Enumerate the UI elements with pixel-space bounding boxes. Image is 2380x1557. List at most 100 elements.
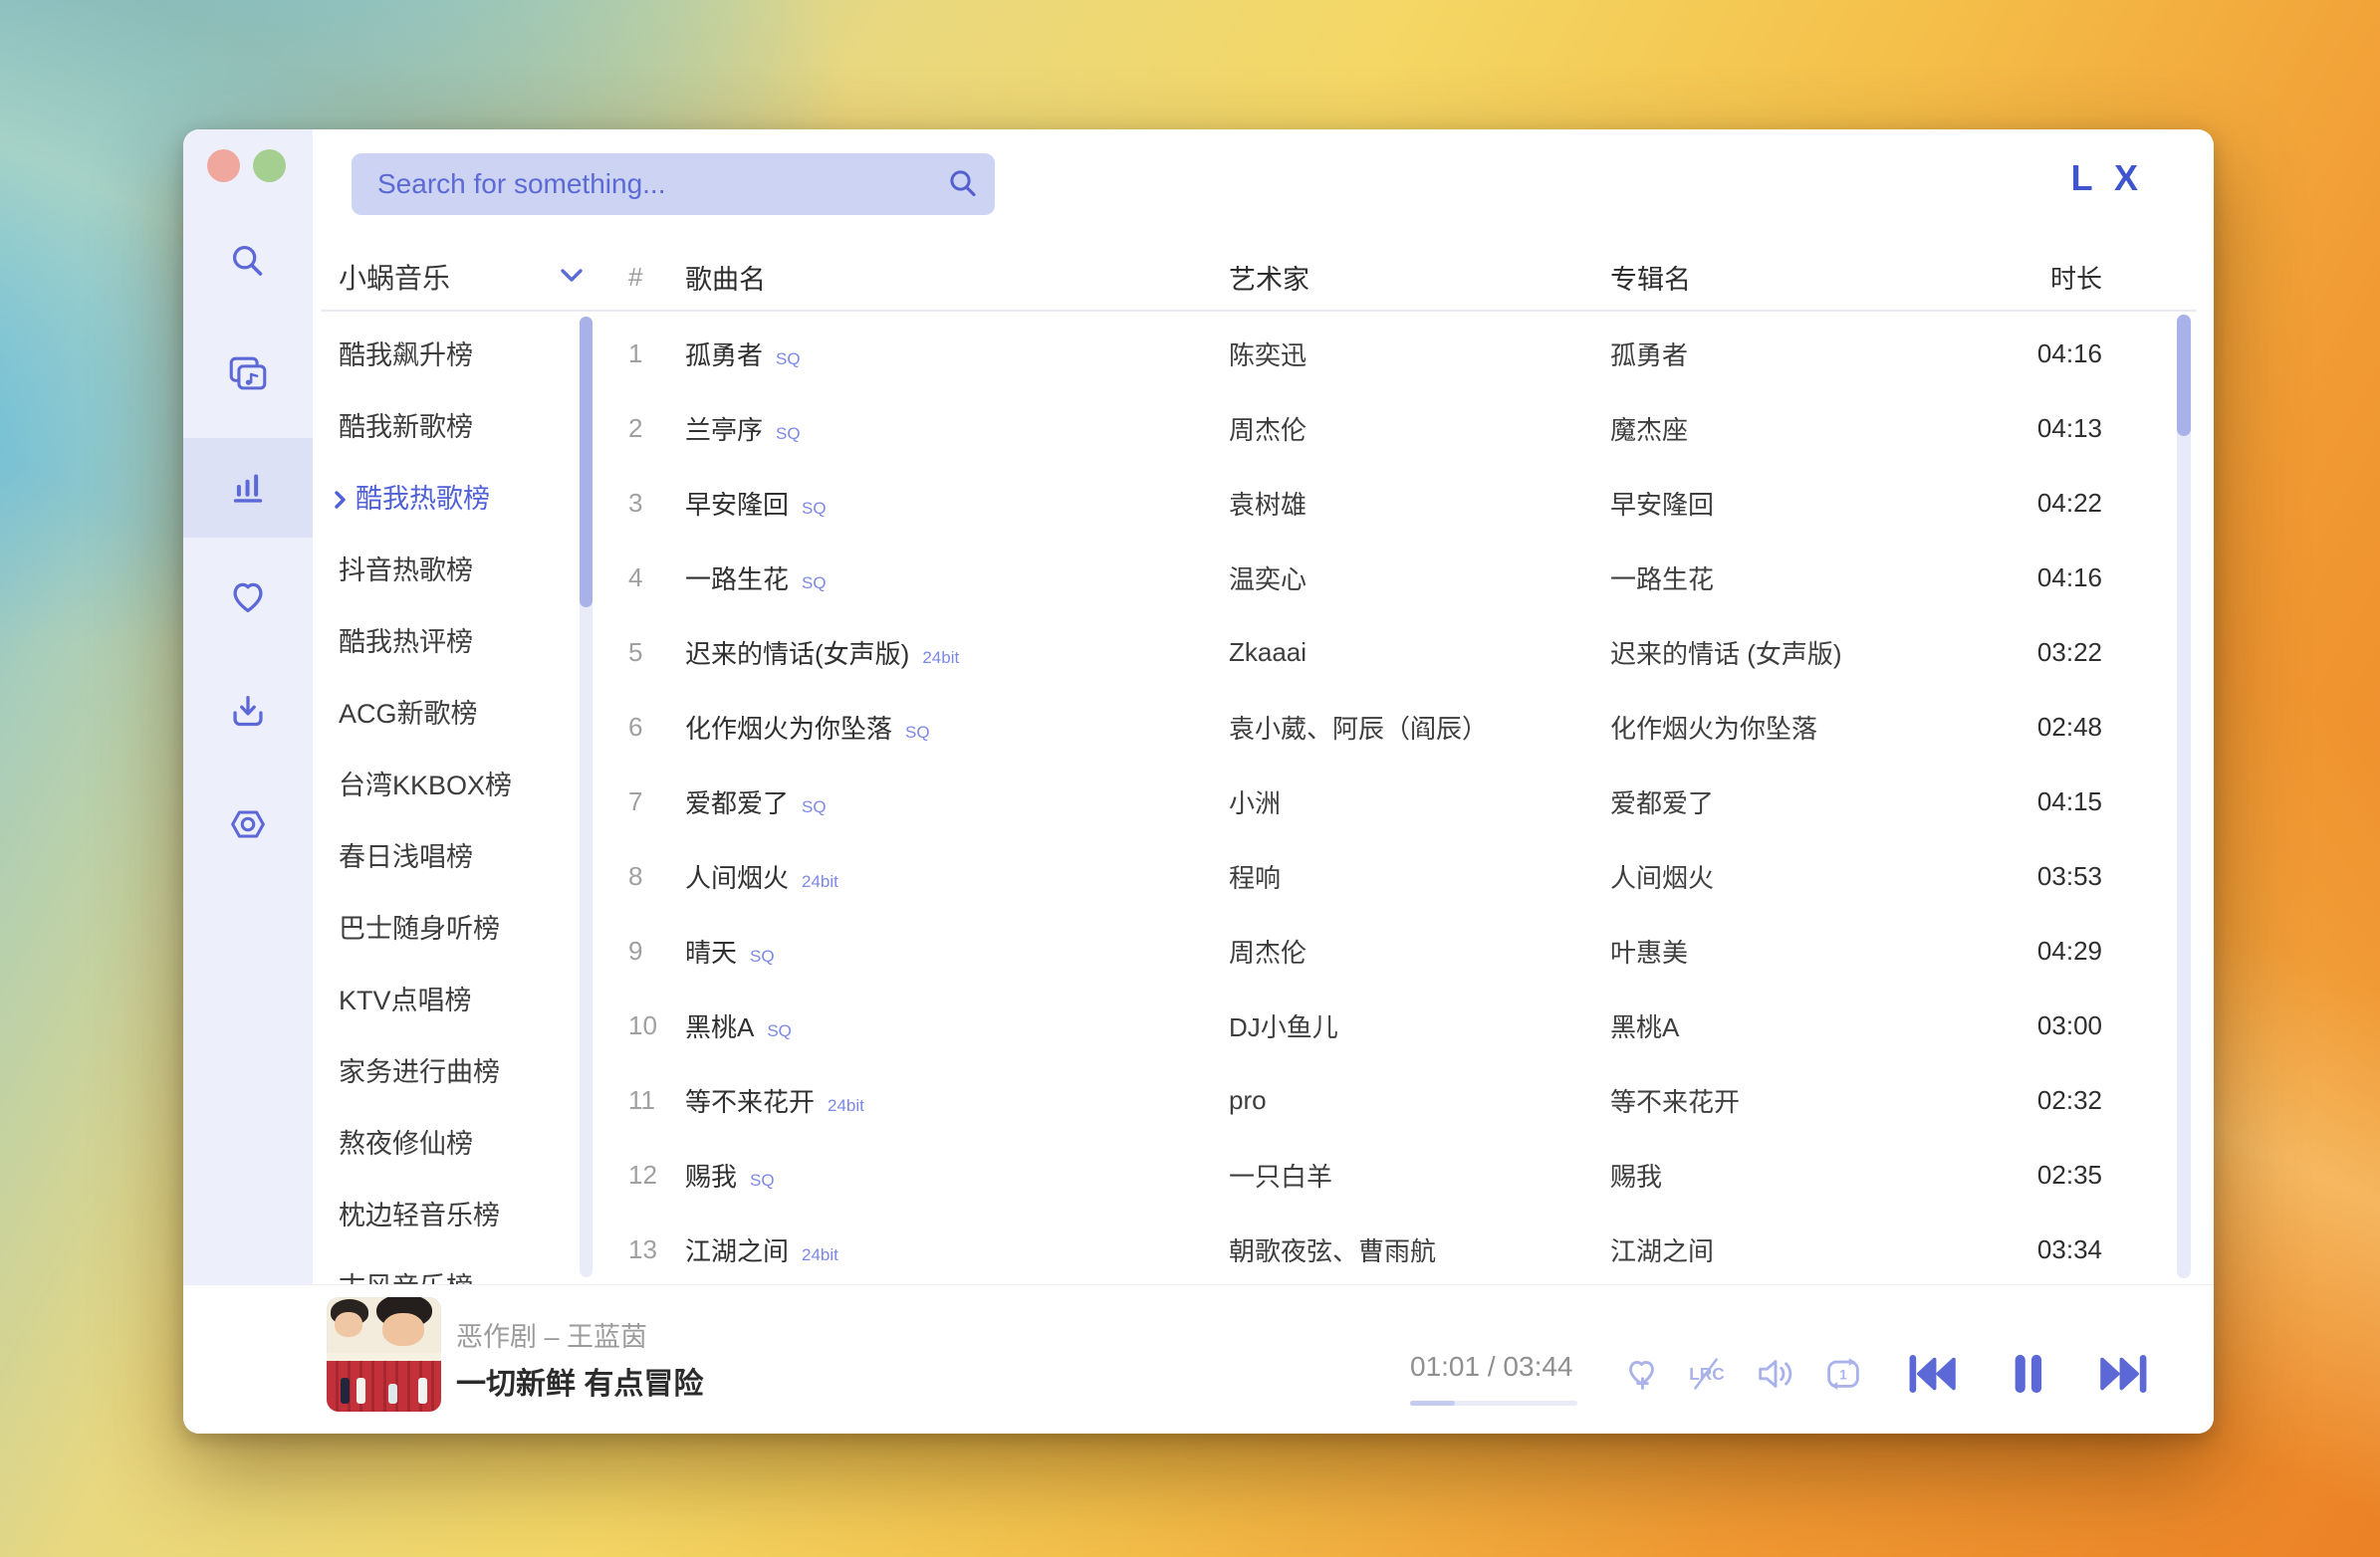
favorite-add-icon: [1618, 1351, 1664, 1397]
source-selector[interactable]: 小蜗音乐: [339, 257, 450, 297]
song-row[interactable]: 9 晴天SQ 周杰伦 叶惠美 04:29: [611, 914, 2177, 989]
mini-progress-bar[interactable]: [1410, 1401, 1577, 1406]
playlist-item[interactable]: 台湾KKBOX榜: [323, 747, 574, 818]
playlist-item[interactable]: 春日浅唱榜: [323, 818, 574, 890]
song-album: 化作烟火为你坠落: [1610, 709, 2032, 746]
playlist-item[interactable]: 酷我飙升榜: [323, 317, 574, 388]
song-row[interactable]: 13 江湖之间24bit 朝歌夜弦、曹雨航 江湖之间 03:34: [611, 1213, 2177, 1285]
song-album: 魔杰座: [1610, 410, 2032, 447]
song-album: 迟来的情话 (女声版): [1610, 634, 2032, 671]
song-duration: 03:22: [2032, 637, 2122, 668]
song-row[interactable]: 5 迟来的情话(女声版)24bit Zkaaai 迟来的情话 (女声版) 03:…: [611, 615, 2177, 690]
song-row[interactable]: 2 兰亭序SQ 周杰伦 魔杰座 04:13: [611, 391, 2177, 466]
song-duration: 04:13: [2032, 413, 2122, 444]
quality-badge: SQ: [750, 947, 775, 967]
song-row[interactable]: 12 赐我SQ 一只白羊 赐我 02:35: [611, 1138, 2177, 1213]
app-logo: L X: [2071, 157, 2144, 199]
song-title: 迟来的情话(女声版): [685, 634, 909, 671]
song-artist: 程响: [1229, 858, 1610, 895]
playlist-item[interactable]: 巴士随身听榜: [323, 890, 574, 962]
search-input[interactable]: [352, 153, 995, 215]
quality-badge: SQ: [750, 1171, 775, 1191]
chevron-down-icon[interactable]: [560, 267, 584, 287]
quality-badge: 24bit: [802, 872, 838, 892]
quality-badge: SQ: [905, 723, 930, 743]
song-duration: 03:00: [2032, 1010, 2122, 1041]
song-title: 早安隆回: [685, 485, 789, 522]
playlist-item[interactable]: 古风音乐榜: [323, 1248, 574, 1284]
sidebar-item-music-collection[interactable]: [225, 351, 271, 397]
player-bar: 恶作剧 – 王蓝茵 一切新鲜 有点冒险 01:01 / 03:44 LRC: [183, 1284, 2214, 1434]
song-duration: 02:32: [2032, 1085, 2122, 1116]
song-table-header: # 歌曲名 艺术家 专辑名 时长: [611, 249, 2177, 305]
playlist-item[interactable]: 枕边轻音乐榜: [323, 1177, 574, 1248]
song-artist: Zkaaai: [1229, 637, 1610, 668]
song-album: 早安隆回: [1610, 485, 2032, 522]
app-window: L X 小蜗音乐 # 歌曲名 艺术家 专辑名 时长 酷我飙升榜 酷我新歌榜 酷我…: [183, 129, 2214, 1434]
quality-badge: 24bit: [922, 648, 959, 668]
song-row[interactable]: 10 黑桃ASQ DJ小鱼儿 黑桃A 03:00: [611, 989, 2177, 1063]
album-art[interactable]: [327, 1297, 441, 1412]
playlist-item[interactable]: ACG新歌榜: [323, 675, 574, 747]
volume-button[interactable]: [1753, 1351, 1798, 1397]
song-album: 叶惠美: [1610, 933, 2032, 970]
song-row[interactable]: 6 化作烟火为你坠落SQ 袁小葳、阿辰（阎辰） 化作烟火为你坠落 02:48: [611, 690, 2177, 765]
playlist-scrollbar-thumb[interactable]: [580, 317, 593, 607]
download-icon: [225, 689, 271, 735]
song-row[interactable]: 3 早安隆回SQ 袁树雄 早安隆回 04:22: [611, 466, 2177, 541]
mini-progress-fill: [1410, 1401, 1455, 1406]
sidebar-item-favorites[interactable]: [225, 574, 271, 620]
traffic-light-zoom[interactable]: [253, 149, 286, 182]
sidebar-item-downloads[interactable]: [225, 689, 271, 735]
pause-icon: [2001, 1347, 2054, 1401]
search-submit-icon[interactable]: [945, 166, 981, 202]
playlist-item-active[interactable]: 酷我热歌榜: [323, 460, 574, 532]
sidebar-item-search[interactable]: [225, 240, 271, 286]
song-album: 孤勇者: [1610, 335, 2032, 372]
sidebar-item-leaderboard[interactable]: [225, 465, 271, 511]
previous-track-button[interactable]: [1902, 1345, 1960, 1403]
playlist-scrollbar[interactable]: [580, 317, 593, 1277]
traffic-light-close[interactable]: [207, 149, 240, 182]
song-artist: 一只白羊: [1229, 1157, 1610, 1194]
song-album: 黑桃A: [1610, 1007, 2032, 1044]
song-row[interactable]: 8 人间烟火24bit 程响 人间烟火 03:53: [611, 839, 2177, 914]
playlist-item[interactable]: 酷我热评榜: [323, 603, 574, 675]
song-duration: 02:48: [2032, 712, 2122, 743]
playlist-item[interactable]: 酷我新歌榜: [323, 388, 574, 460]
song-row[interactable]: 4 一路生花SQ 温奕心 一路生花 04:16: [611, 541, 2177, 615]
playlist-item[interactable]: 熬夜修仙榜: [323, 1105, 574, 1177]
quality-badge: 24bit: [802, 1245, 838, 1265]
song-artist: pro: [1229, 1085, 1610, 1116]
song-album: 江湖之间: [1610, 1231, 2032, 1268]
svg-text:1: 1: [1839, 1367, 1847, 1382]
favorite-add-button[interactable]: [1618, 1351, 1664, 1397]
repeat-mode-button[interactable]: 1: [1820, 1351, 1866, 1397]
search-bar: [352, 153, 995, 215]
song-table: 1 孤勇者SQ 陈奕迅 孤勇者 04:16 2 兰亭序SQ 周杰伦 魔杰座 04…: [611, 317, 2177, 1285]
song-artist: 温奕心: [1229, 559, 1610, 596]
playback-time: 01:01 / 03:44: [1410, 1351, 1573, 1383]
song-duration: 02:35: [2032, 1160, 2122, 1191]
song-table-scrollbar[interactable]: [2177, 315, 2191, 1278]
song-row[interactable]: 1 孤勇者SQ 陈奕迅 孤勇者 04:16: [611, 317, 2177, 391]
song-album: 人间烟火: [1610, 858, 2032, 895]
next-track-button[interactable]: [2096, 1345, 2154, 1403]
pause-button[interactable]: [2001, 1347, 2054, 1401]
quality-badge: 24bit: [828, 1096, 864, 1116]
song-row[interactable]: 11 等不来花开24bit pro 等不来花开 02:32: [611, 1063, 2177, 1138]
song-row[interactable]: 7 爱都爱了SQ 小洲 爱都爱了 04:15: [611, 765, 2177, 839]
music-collection-icon: [225, 351, 271, 397]
song-album: 爱都爱了: [1610, 783, 2032, 820]
playlist-item[interactable]: KTV点唱榜: [323, 962, 574, 1033]
source-selector-label: 小蜗音乐: [339, 263, 450, 294]
playlist-item[interactable]: 抖音热歌榜: [323, 532, 574, 603]
playlist-item[interactable]: 家务进行曲榜: [323, 1033, 574, 1105]
song-title: 兰亭序: [685, 410, 763, 447]
lyrics-toggle-button[interactable]: LRC: [1684, 1351, 1730, 1397]
sidebar-item-settings[interactable]: [225, 801, 271, 847]
next-track-icon: [2096, 1345, 2154, 1403]
song-artist: 周杰伦: [1229, 933, 1610, 970]
song-table-scrollbar-thumb[interactable]: [2177, 315, 2191, 436]
heart-icon: [225, 574, 271, 620]
